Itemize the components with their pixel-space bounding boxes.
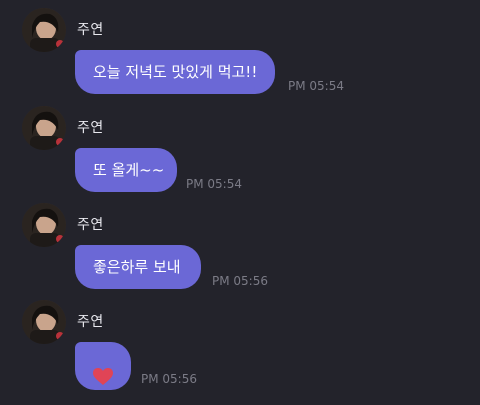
message-timestamp: PM 05:56	[141, 372, 197, 386]
chat-view: 주연 오늘 저녁도 맛있게 먹고!! PM 05:54 주연 또 올게~~ PM…	[0, 0, 480, 401]
heart-icon	[93, 357, 113, 385]
message-timestamp: PM 05:56	[212, 274, 268, 288]
sender-name: 주연	[77, 120, 104, 136]
message-timestamp: PM 05:54	[186, 177, 242, 191]
sender-name: 주연	[77, 217, 104, 233]
sender-name: 주연	[77, 22, 104, 38]
message-timestamp: PM 05:54	[288, 79, 344, 93]
message-bubble[interactable]	[75, 342, 131, 390]
avatar[interactable]	[22, 300, 66, 344]
avatar[interactable]	[22, 106, 66, 150]
message-bubble[interactable]: 좋은하루 보내	[75, 245, 201, 289]
avatar[interactable]	[22, 8, 66, 52]
sender-name: 주연	[77, 314, 104, 330]
avatar[interactable]	[22, 203, 66, 247]
message-bubble[interactable]: 또 올게~~	[75, 148, 177, 192]
message-bubble[interactable]: 오늘 저녁도 맛있게 먹고!!	[75, 50, 275, 94]
